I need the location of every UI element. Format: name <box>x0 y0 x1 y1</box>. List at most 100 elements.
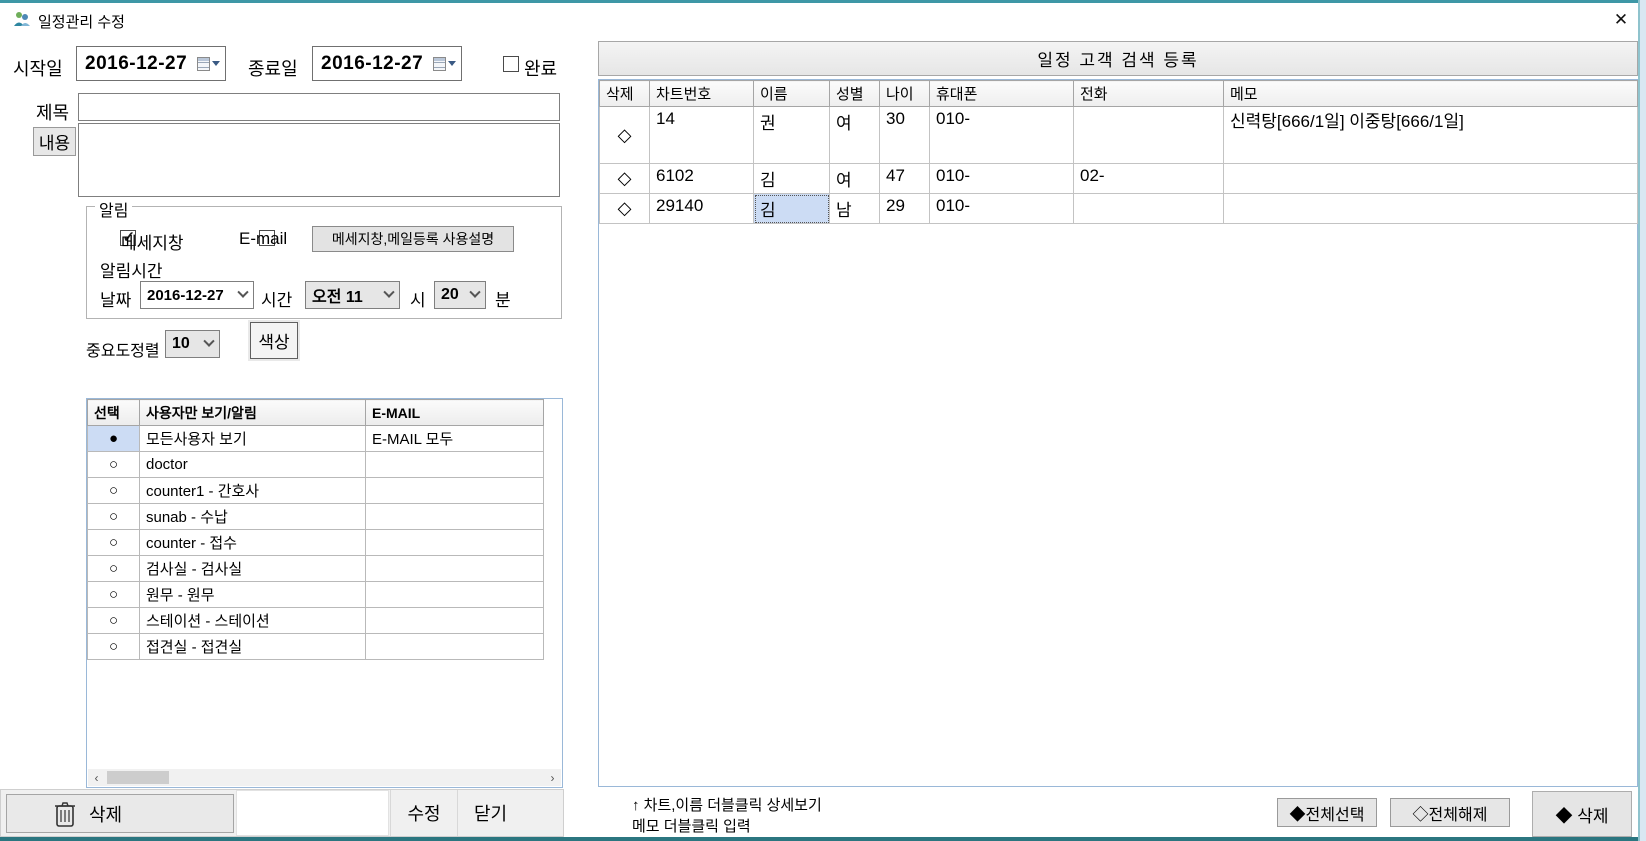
age-cell[interactable]: 47 <box>880 164 930 194</box>
color-button[interactable]: 색상 <box>250 322 298 359</box>
customer-row[interactable]: ◇ 14 권 여 30 010- 신력탕[666/1일] 이중탕[666/1일] <box>600 107 1638 164</box>
col-header-name[interactable]: 이름 <box>754 81 830 107</box>
phone-cell[interactable] <box>1074 194 1224 224</box>
col-header-user[interactable]: 사용자만 보기/알림 <box>140 400 366 426</box>
phone-cell[interactable]: 02- <box>1074 164 1224 194</box>
radio-selected-icon[interactable]: ● <box>88 426 140 452</box>
col-header-select[interactable]: 선택 <box>88 400 140 426</box>
mobile-cell[interactable]: 010- <box>930 164 1074 194</box>
email-cell[interactable]: E-MAIL 모두 <box>366 426 544 452</box>
name-cell-selected[interactable]: 김 <box>754 194 830 224</box>
priority-select[interactable]: 10 <box>165 330 220 358</box>
content-textarea[interactable] <box>78 123 560 197</box>
chart-no-cell[interactable]: 29140 <box>650 194 754 224</box>
col-header-age[interactable]: 나이 <box>880 81 930 107</box>
radio-icon[interactable]: ○ <box>88 582 140 608</box>
scrollbar-thumb[interactable] <box>107 771 169 784</box>
user-cell[interactable]: 검사실 - 검사실 <box>140 556 366 582</box>
edit-button[interactable]: 수정 <box>390 790 457 836</box>
user-cell[interactable]: 원무 - 원무 <box>140 582 366 608</box>
user-row[interactable]: ● 모든사용자 보기 E-MAIL 모두 <box>88 426 544 452</box>
user-row[interactable]: ○ 접견실 - 접견실 <box>88 634 544 660</box>
sex-cell[interactable]: 여 <box>830 164 880 194</box>
user-cell[interactable]: 스테이션 - 스테이션 <box>140 608 366 634</box>
delete-selected-button[interactable]: ◆ 삭제 <box>1532 791 1632 837</box>
memo-cell[interactable] <box>1224 164 1638 194</box>
user-row[interactable]: ○ 검사실 - 검사실 <box>88 556 544 582</box>
radio-icon[interactable]: ○ <box>88 452 140 478</box>
sex-cell[interactable]: 남 <box>830 194 880 224</box>
radio-icon[interactable]: ○ <box>88 634 140 660</box>
radio-icon[interactable]: ○ <box>88 504 140 530</box>
user-row[interactable]: ○ sunab - 수납 <box>88 504 544 530</box>
age-cell[interactable]: 29 <box>880 194 930 224</box>
start-date-input[interactable]: 2016-12-27 <box>76 46 226 81</box>
radio-icon[interactable]: ○ <box>88 608 140 634</box>
delete-schedule-button[interactable]: 삭제 <box>6 794 234 833</box>
scroll-left-icon[interactable]: ‹ <box>88 771 105 785</box>
user-row[interactable]: ○ 원무 - 원무 <box>88 582 544 608</box>
diamond-icon[interactable]: ◇ <box>600 194 650 224</box>
close-icon[interactable]: ✕ <box>1604 7 1638 33</box>
deselect-all-button[interactable]: ◇전체해제 <box>1390 798 1510 827</box>
alarm-hour-select[interactable]: 오전 11 <box>305 281 400 309</box>
horizontal-scrollbar[interactable]: ‹ › <box>88 769 561 786</box>
user-row[interactable]: ○ doctor <box>88 452 544 478</box>
email-cell[interactable] <box>366 608 544 634</box>
email-cell[interactable] <box>366 478 544 504</box>
col-header-chart-no[interactable]: 차트번호 <box>650 81 754 107</box>
customer-row[interactable]: ◇ 29140 김 남 29 010- <box>600 194 1638 224</box>
email-cell[interactable] <box>366 504 544 530</box>
col-header-mobile[interactable]: 휴대폰 <box>930 81 1074 107</box>
title-input[interactable] <box>78 93 560 121</box>
email-cell[interactable] <box>366 634 544 660</box>
help-button[interactable]: 메세지창,메일등록 사용설명 <box>312 226 514 252</box>
user-cell[interactable]: 모든사용자 보기 <box>140 426 366 452</box>
col-header-email[interactable]: E-MAIL <box>366 400 544 426</box>
end-date-picker[interactable] <box>433 57 456 71</box>
email-cell[interactable] <box>366 582 544 608</box>
diamond-icon[interactable]: ◇ <box>600 107 650 164</box>
diamond-icon[interactable]: ◇ <box>600 164 650 194</box>
phone-cell[interactable] <box>1074 107 1224 164</box>
mobile-cell[interactable]: 010- <box>930 194 1074 224</box>
email-cell[interactable] <box>366 530 544 556</box>
customer-row[interactable]: ◇ 6102 김 여 47 010- 02- <box>600 164 1638 194</box>
user-row[interactable]: ○ counter - 접수 <box>88 530 544 556</box>
col-header-sex[interactable]: 성별 <box>830 81 880 107</box>
col-header-delete[interactable]: 삭제 <box>600 81 650 107</box>
title-label: 제목 <box>36 99 69 125</box>
user-cell[interactable]: 접견실 - 접견실 <box>140 634 366 660</box>
alarm-date-select[interactable]: 2016-12-27 <box>140 281 254 309</box>
chart-no-cell[interactable]: 14 <box>650 107 754 164</box>
sex-cell[interactable]: 여 <box>830 107 880 164</box>
user-cell[interactable]: sunab - 수납 <box>140 504 366 530</box>
email-cell[interactable] <box>366 452 544 478</box>
email-cell[interactable] <box>366 556 544 582</box>
memo-cell[interactable] <box>1224 194 1638 224</box>
user-cell[interactable]: counter1 - 간호사 <box>140 478 366 504</box>
start-date-picker[interactable] <box>197 57 220 71</box>
user-cell[interactable]: counter - 접수 <box>140 530 366 556</box>
alarm-minute-select[interactable]: 20 <box>434 281 486 309</box>
end-date-input[interactable]: 2016-12-27 <box>312 46 462 81</box>
radio-icon[interactable]: ○ <box>88 556 140 582</box>
user-cell[interactable]: doctor <box>140 452 366 478</box>
close-dialog-button[interactable]: 닫기 <box>457 790 523 836</box>
select-all-button[interactable]: ◆전체선택 <box>1277 798 1377 827</box>
memo-cell[interactable]: 신력탕[666/1일] 이중탕[666/1일] <box>1224 107 1638 164</box>
age-cell[interactable]: 30 <box>880 107 930 164</box>
col-header-memo[interactable]: 메모 <box>1224 81 1638 107</box>
content-button[interactable]: 내용 <box>33 127 76 156</box>
radio-icon[interactable]: ○ <box>88 530 140 556</box>
mobile-cell[interactable]: 010- <box>930 107 1074 164</box>
col-header-phone[interactable]: 전화 <box>1074 81 1224 107</box>
name-cell[interactable]: 권 <box>754 107 830 164</box>
user-row[interactable]: ○ counter1 - 간호사 <box>88 478 544 504</box>
user-row[interactable]: ○ 스테이션 - 스테이션 <box>88 608 544 634</box>
done-checkbox[interactable] <box>503 56 519 72</box>
name-cell[interactable]: 김 <box>754 164 830 194</box>
chart-no-cell[interactable]: 6102 <box>650 164 754 194</box>
scroll-right-icon[interactable]: › <box>544 771 561 785</box>
radio-icon[interactable]: ○ <box>88 478 140 504</box>
